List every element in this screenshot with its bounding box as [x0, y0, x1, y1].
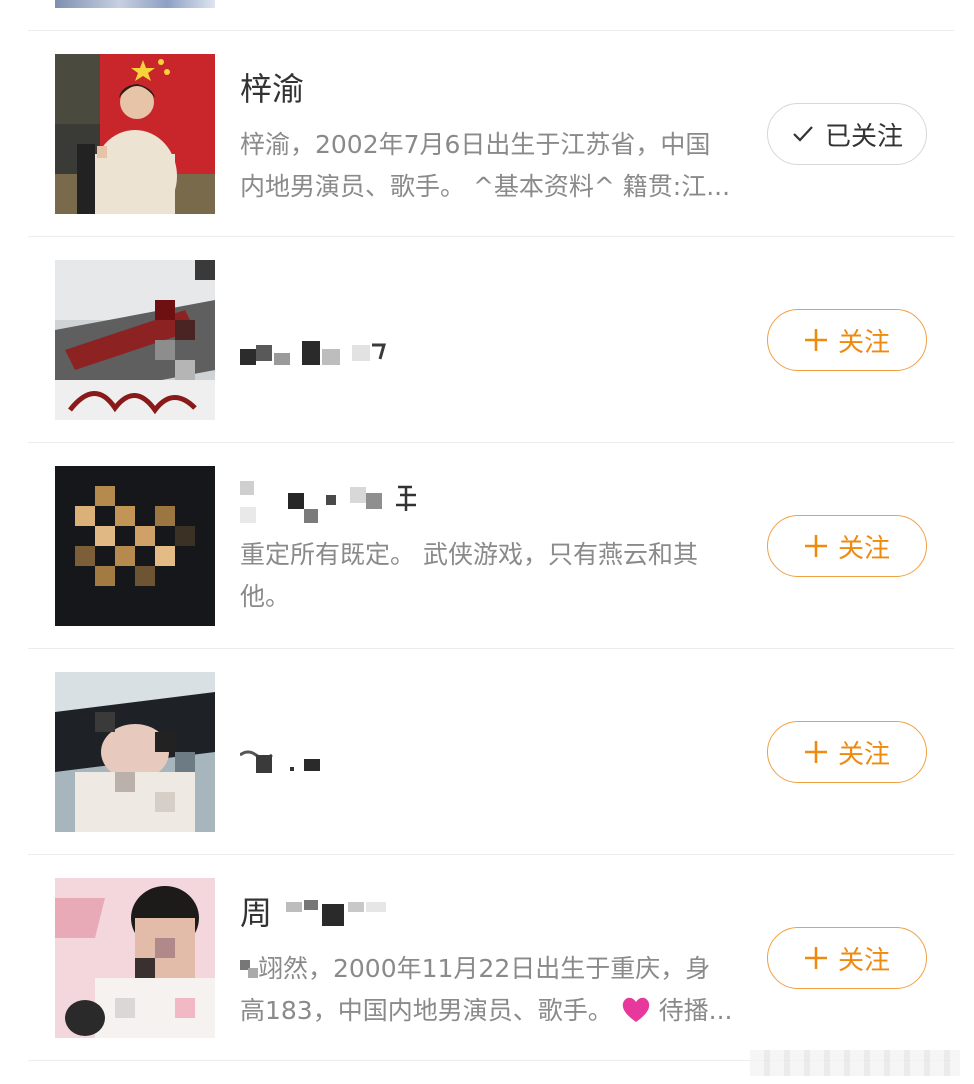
follow-button[interactable]: 关注 [767, 927, 927, 989]
user-bio: 梓渝，2002年7月6日出生于江苏省，中国 内地男演员、歌手。 ^基本资料^ 籍… [240, 124, 760, 208]
list-item[interactable]: 关注 [0, 649, 974, 854]
check-icon [791, 122, 815, 146]
user-bio-line: 翊然，2000年11月22日出生于重庆，身 [240, 948, 760, 990]
redacted-name [240, 481, 420, 531]
plus-icon [804, 328, 828, 352]
user-bio-line: 他。 [240, 582, 291, 611]
avatar[interactable] [55, 878, 215, 1038]
user-bio-line: 梓渝，2002年7月6日出生于江苏省，中国 [240, 130, 711, 159]
list-item[interactable]: 关注 [0, 237, 974, 442]
follow-button[interactable]: 关注 [767, 721, 927, 783]
button-label: 关注 [837, 327, 890, 358]
user-bio: 重定所有既定。 武侠游戏，只有燕云和其 他。 [240, 534, 760, 618]
avatar[interactable] [55, 54, 215, 214]
button-label: 关注 [837, 945, 890, 976]
user-bio-line: 重定所有既定。 武侠游戏，只有燕云和其 [240, 540, 698, 569]
user-bio-line: 高183，中国内地男演员、歌手。 待播... [240, 996, 733, 1025]
follow-button[interactable]: 关注 [767, 309, 927, 371]
previous-avatar-fragment [55, 0, 215, 8]
heart-icon [621, 996, 659, 1025]
list-item[interactable]: 周 翊然，2000年11月22日出生于重庆，身 高183，中国内地男演员、歌手。 [0, 855, 974, 1060]
user-bio: 翊然，2000年11月22日出生于重庆，身 高183，中国内地男演员、歌手。 待… [240, 948, 760, 1032]
redacted-name [240, 335, 390, 375]
watermark-blur [750, 1050, 960, 1076]
redacted-char [240, 960, 258, 978]
button-label: 关注 [837, 739, 890, 770]
user-name[interactable]: 周 [240, 888, 392, 934]
user-bio-line: 内地男演员、歌手。 ^基本资料^ 籍贯:江... [240, 172, 731, 201]
redacted-name [239, 747, 330, 781]
user-name-visible: 周 [240, 894, 273, 932]
avatar[interactable] [55, 260, 215, 420]
follow-list: 梓渝 梓渝，2002年7月6日出生于江苏省，中国 内地男演员、歌手。 ^基本资料… [0, 0, 974, 1084]
plus-icon [804, 740, 828, 764]
list-item[interactable]: 梓渝 梓渝，2002年7月6日出生于江苏省，中国 内地男演员、歌手。 ^基本资料… [0, 31, 974, 236]
plus-icon [804, 946, 828, 970]
avatar[interactable] [55, 466, 215, 626]
button-label: 关注 [837, 533, 890, 564]
following-button[interactable]: 已关注 [767, 103, 927, 165]
button-label: 已关注 [824, 121, 903, 152]
follow-button[interactable]: 关注 [767, 515, 927, 577]
avatar[interactable] [55, 672, 215, 832]
user-name[interactable]: 梓渝 [240, 64, 304, 110]
redacted-name-tail [286, 900, 387, 926]
list-item[interactable]: 重定所有既定。 武侠游戏，只有燕云和其 他。 关注 [0, 443, 974, 648]
plus-icon [804, 534, 828, 558]
